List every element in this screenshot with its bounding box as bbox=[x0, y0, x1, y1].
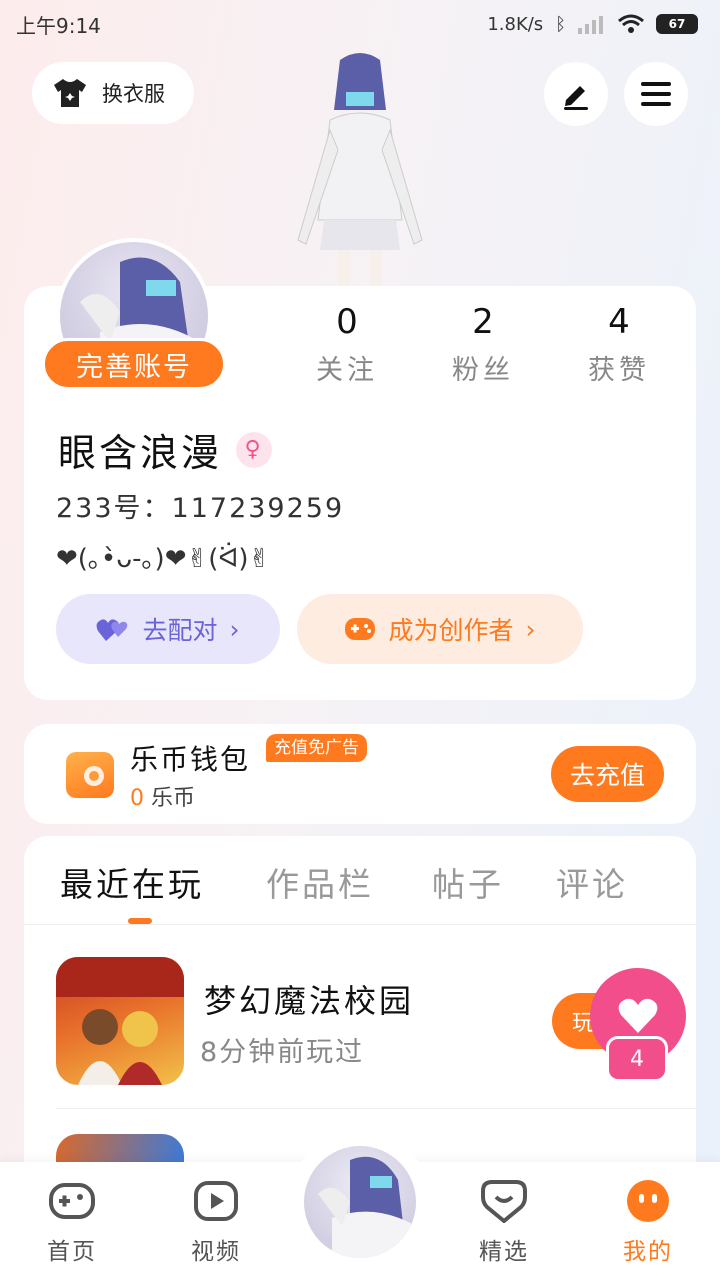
stat-followers[interactable]: 2 粉丝 bbox=[423, 300, 543, 387]
menu-icon bbox=[641, 82, 671, 106]
stat-likes[interactable]: 4 获赞 bbox=[559, 300, 679, 387]
nav-featured[interactable]: 精选 bbox=[459, 1178, 549, 1266]
wallet-icon bbox=[66, 752, 114, 798]
tab-works[interactable]: 作品栏 bbox=[266, 858, 374, 906]
game-played-time: 8分钟前玩过 bbox=[200, 1037, 365, 1068]
wifi-icon bbox=[618, 14, 644, 33]
recharge-button[interactable]: 去充值 bbox=[551, 746, 664, 802]
like-count-badge: 4 bbox=[606, 1036, 668, 1082]
bluetooth-icon: ᛒ bbox=[555, 13, 566, 35]
nav-video[interactable]: 视频 bbox=[171, 1178, 261, 1266]
balance-value: 0 bbox=[130, 786, 144, 811]
menu-button[interactable] bbox=[624, 62, 688, 126]
tab-posts[interactable]: 帖子 bbox=[432, 858, 504, 906]
nav-featured-label: 精选 bbox=[479, 1239, 529, 1265]
username: 眼含浪漫 bbox=[58, 431, 223, 475]
followers-count: 2 bbox=[472, 302, 494, 342]
followers-label: 粉丝 bbox=[452, 355, 514, 386]
user-bio: ❤(｡•̀ᴗ-｡)❤✌(ᐛ)✌ bbox=[56, 544, 271, 574]
shirt-icon bbox=[54, 79, 86, 107]
divider bbox=[24, 924, 696, 925]
user-id: 233号：117239259 bbox=[56, 493, 345, 524]
nav-home[interactable]: 首页 bbox=[27, 1178, 117, 1266]
gamepad-icon bbox=[345, 618, 376, 640]
pair-button[interactable]: 去配对 › bbox=[56, 594, 280, 664]
female-icon: ♀ bbox=[236, 431, 273, 468]
heart-icon bbox=[618, 998, 658, 1033]
game-thumbnail[interactable] bbox=[56, 957, 184, 1085]
gamepad-icon bbox=[49, 1183, 95, 1219]
nav-me[interactable]: 我的 bbox=[603, 1178, 693, 1266]
edit-icon bbox=[564, 86, 588, 110]
following-count: 0 bbox=[336, 302, 358, 342]
hearts-icon bbox=[97, 619, 128, 641]
heart-chat-icon bbox=[481, 1180, 527, 1223]
divider bbox=[56, 1108, 696, 1109]
stat-following[interactable]: 0 关注 bbox=[287, 300, 407, 387]
username-row: 眼含浪漫 ♀ bbox=[58, 422, 273, 477]
likes-count: 4 bbox=[608, 302, 630, 342]
nav-me-label: 我的 bbox=[623, 1239, 673, 1265]
status-icons: 1.8K/s ᛒ 67 bbox=[487, 14, 698, 35]
tab-recently-played[interactable]: 最近在玩 bbox=[60, 858, 204, 906]
outfit-button[interactable]: 换衣服 bbox=[32, 62, 194, 124]
outfit-label: 换衣服 bbox=[102, 82, 165, 106]
signal-icon bbox=[578, 16, 603, 34]
net-speed: 1.8K/s bbox=[487, 13, 544, 35]
become-creator-button[interactable]: 成为创作者 › bbox=[297, 594, 583, 664]
chevron-right-icon: › bbox=[525, 614, 536, 644]
tab-comments[interactable]: 评论 bbox=[556, 858, 628, 906]
chevron-right-icon: › bbox=[229, 614, 240, 644]
nav-video-label: 视频 bbox=[191, 1239, 241, 1265]
balance-unit: 乐币 bbox=[151, 786, 196, 811]
following-label: 关注 bbox=[316, 355, 378, 386]
creator-label: 成为创作者 bbox=[388, 616, 514, 645]
wallet-badge: 充值免广告 bbox=[266, 734, 367, 762]
likes-label: 获赞 bbox=[588, 355, 650, 386]
status-bar: 上午9:14 1.8K/s ᛒ 67 bbox=[0, 0, 720, 48]
face-icon bbox=[627, 1180, 669, 1222]
edit-button[interactable] bbox=[544, 62, 608, 126]
wallet-balance: 0 乐币 bbox=[130, 780, 195, 812]
complete-account-button[interactable]: 完善账号 bbox=[42, 338, 226, 390]
center-avatar-button[interactable] bbox=[304, 1146, 416, 1258]
battery-icon: 67 bbox=[656, 14, 698, 34]
pair-label: 去配对 bbox=[142, 616, 218, 645]
nav-home-label: 首页 bbox=[47, 1239, 97, 1265]
status-time: 上午9:14 bbox=[16, 13, 101, 38]
wallet-title: 乐币钱包 bbox=[130, 743, 251, 776]
play-icon bbox=[194, 1181, 238, 1221]
game-title[interactable]: 梦幻魔法校园 bbox=[204, 976, 414, 1022]
avatar-character[interactable] bbox=[290, 50, 430, 290]
